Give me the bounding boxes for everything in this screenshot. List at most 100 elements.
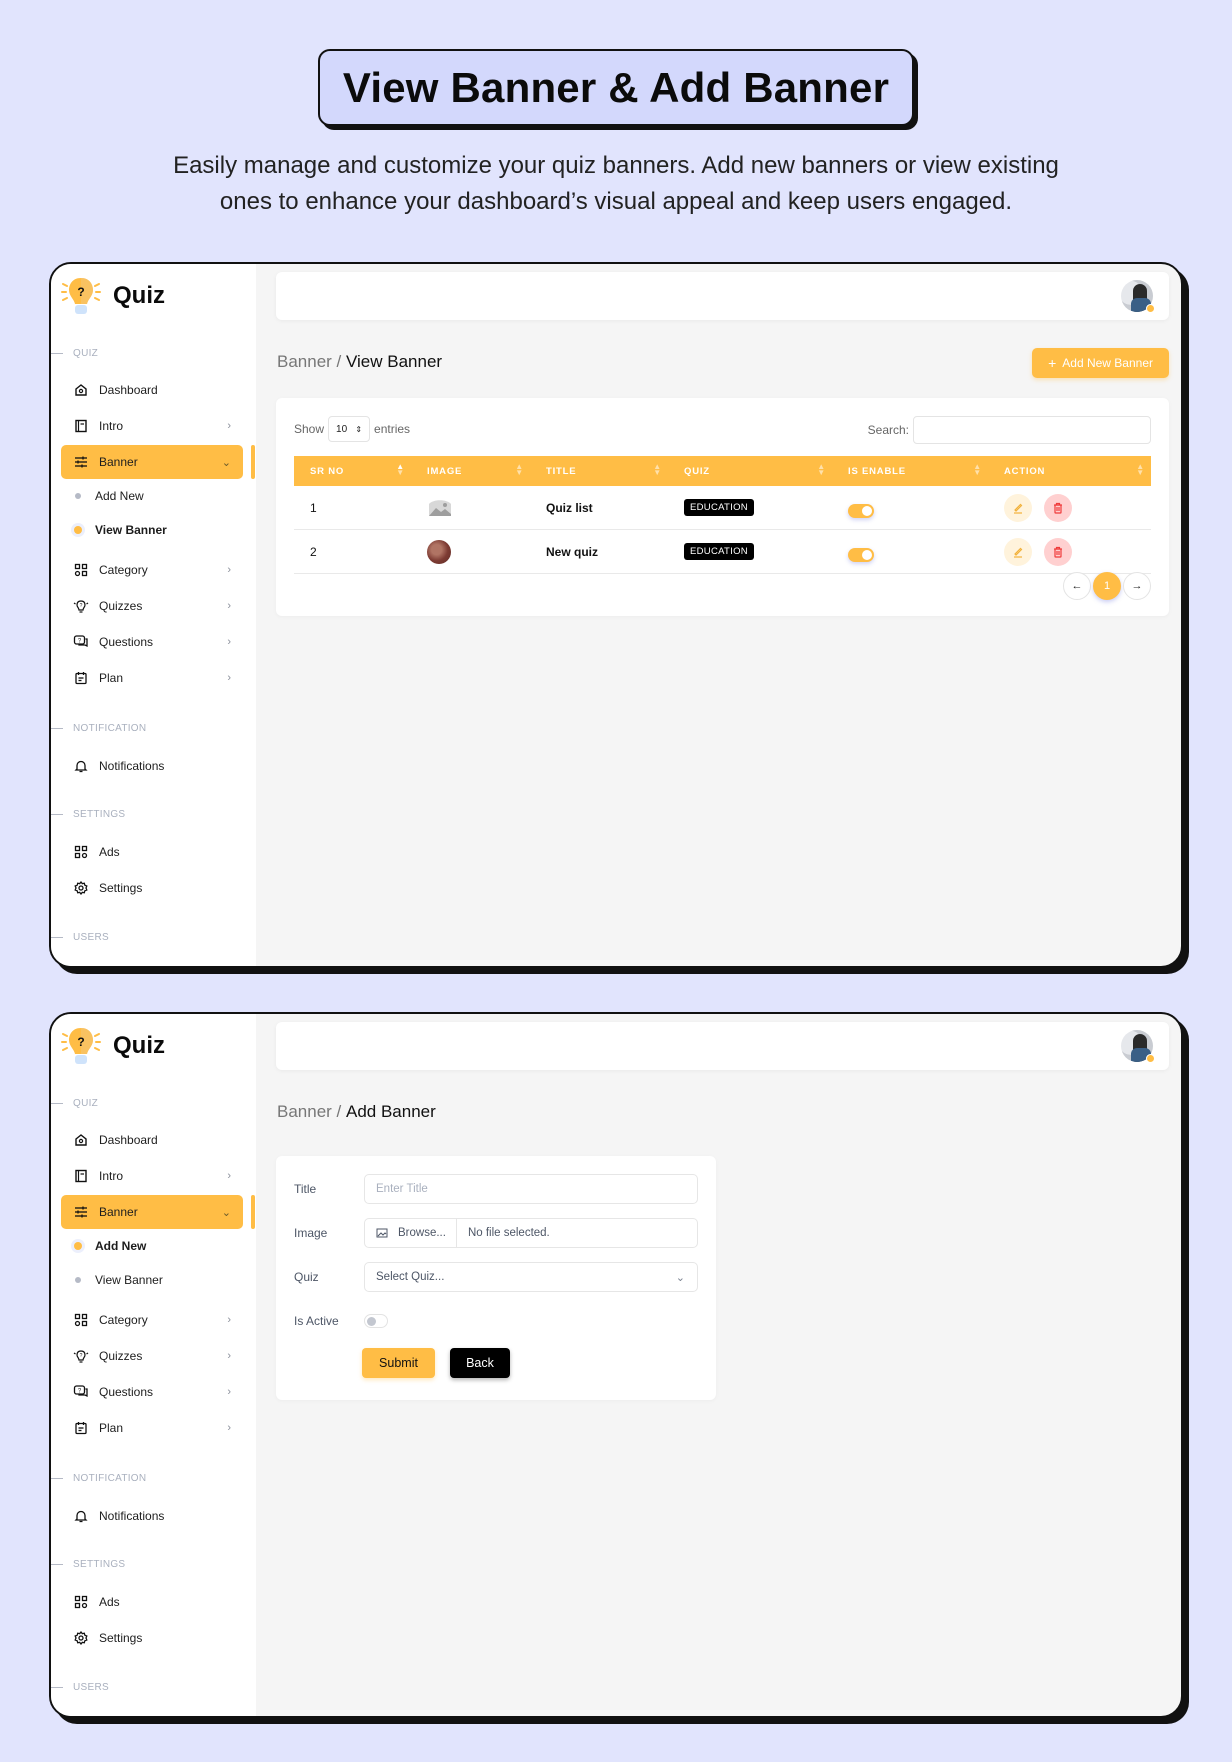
title-input[interactable]: Enter Title [364, 1174, 698, 1204]
prev-page-button[interactable]: ← [1063, 572, 1091, 600]
bullet-active-icon [74, 526, 82, 534]
calendar-icon [73, 670, 89, 686]
sidebar-item-banner[interactable]: Banner ⌄ [61, 445, 243, 479]
lightbulb-icon: ? [59, 274, 103, 318]
page-1-button[interactable]: 1 [1093, 572, 1121, 600]
sidebar-item-banner[interactable]: Banner ⌄ [61, 1195, 243, 1229]
sidebar-subitem-view-banner[interactable]: View Banner [73, 1268, 163, 1292]
sidebar-item-label: Intro [99, 1169, 124, 1183]
browse-label: Browse... [398, 1227, 446, 1239]
sidebar-item-dashboard[interactable]: Dashboard [61, 1123, 243, 1157]
edit-button[interactable] [1004, 537, 1032, 566]
cell-is-enable [832, 498, 988, 518]
grid-icon [73, 1312, 89, 1328]
svg-text:?: ? [80, 1353, 83, 1359]
sidebar-item-label: Ads [99, 845, 120, 859]
app-name: Quiz [113, 282, 165, 309]
svg-text:?: ? [77, 1035, 84, 1049]
sidebar-item-ads[interactable]: Ads [61, 1585, 243, 1619]
sidebar-item-plan[interactable]: Plan › [61, 661, 243, 695]
image-icon [376, 1228, 388, 1238]
svg-text:?: ? [77, 285, 84, 299]
column-header-action[interactable]: ACTION ▲ ▼ [988, 456, 1151, 486]
cell-action [988, 537, 1151, 566]
enable-toggle[interactable] [848, 503, 874, 518]
chevron-right-icon: › [227, 1350, 231, 1362]
chevron-right-icon: › [227, 1386, 231, 1398]
edit-button[interactable] [1004, 493, 1032, 522]
entries-label: entries [374, 422, 411, 436]
column-header-title[interactable]: TITLE ▲ ▼ [530, 456, 668, 486]
sidebar-item-notifications[interactable]: Notifications [61, 749, 243, 783]
cell-sr-no: 2 [310, 544, 317, 559]
sidebar-item-label: Plan [99, 1421, 124, 1435]
column-header-quiz[interactable]: QUIZ ▲ ▼ [668, 456, 832, 486]
section-divider [51, 1103, 63, 1104]
sidebar-item-questions[interactable]: ? Questions › [61, 625, 243, 659]
book-icon [73, 1168, 89, 1184]
sidebar-item-category[interactable]: Category › [61, 553, 243, 587]
pencil-icon [1014, 503, 1023, 514]
home-icon [73, 1132, 89, 1148]
quiz-label: Quiz [294, 1270, 319, 1284]
sidebar-subitem-label: View Banner [95, 1273, 163, 1287]
column-header-image[interactable]: IMAGE ▲ ▼ [411, 456, 530, 486]
sidebar-item-quizzes[interactable]: ? Quizzes › [61, 1339, 243, 1373]
sidebar: ? Quiz QUIZ Dashboard Intro › Banner ⌄ A… [51, 264, 256, 966]
sidebar-item-settings[interactable]: Settings [61, 871, 243, 905]
sidebar-item-intro[interactable]: Intro › [61, 1159, 243, 1193]
sidebar-item-ads[interactable]: Ads [61, 835, 243, 869]
logo[interactable]: ? Quiz [59, 1024, 165, 1068]
chat-question-icon: ? [73, 634, 89, 650]
column-header-is-enable[interactable]: IS ENABLE ▲ ▼ [832, 456, 988, 486]
column-header-sr-no[interactable]: SR NO ▲ ▼ [294, 456, 411, 486]
breadcrumb-parent[interactable]: Banner / [277, 352, 341, 371]
breadcrumb-parent[interactable]: Banner / [277, 1102, 341, 1121]
sidebar-item-settings[interactable]: Settings [61, 1621, 243, 1655]
is-active-toggle[interactable] [364, 1314, 388, 1328]
sidebar-item-notifications[interactable]: Notifications [61, 1499, 243, 1533]
breadcrumb-current: Add Banner [346, 1102, 436, 1121]
cell-image [411, 498, 530, 518]
search-input[interactable] [913, 416, 1151, 444]
title-field-row: Title Enter Title [294, 1174, 698, 1204]
back-button[interactable]: Back [450, 1348, 510, 1378]
sidebar-subitem-view-banner[interactable]: View Banner [73, 518, 167, 542]
submit-button[interactable]: Submit [362, 1348, 435, 1378]
sidebar-item-label: Intro [99, 419, 124, 433]
chevron-right-icon: › [227, 1422, 231, 1434]
sidebar-item-dashboard[interactable]: Dashboard [61, 373, 243, 407]
enable-toggle[interactable] [848, 547, 874, 562]
cell-title: New quiz [546, 544, 599, 559]
cell-quiz: EDUCATION [668, 499, 832, 516]
chevron-right-icon: › [227, 672, 231, 684]
entries-select[interactable]: 10 ⇕ [328, 416, 371, 442]
chevron-down-icon: ⌄ [675, 1271, 685, 1284]
delete-button[interactable] [1044, 537, 1072, 566]
sidebar-subitem-add-new[interactable]: Add New [73, 484, 144, 508]
sidebar-subitem-add-new[interactable]: Add New [73, 1234, 146, 1258]
logo[interactable]: ? Quiz [59, 274, 165, 318]
sidebar-item-intro[interactable]: Intro › [61, 409, 243, 443]
sidebar-item-quizzes[interactable]: ? Quizzes › [61, 589, 243, 623]
grid-icon [73, 1594, 89, 1610]
sidebar-item-plan[interactable]: Plan › [61, 1411, 243, 1445]
column-header-label: ACTION [1004, 465, 1046, 477]
quiz-select-placeholder: Select Quiz... [376, 1271, 445, 1283]
browse-button[interactable]: Browse... [376, 1219, 457, 1247]
chevron-right-icon: › [227, 1170, 231, 1182]
sidebar-item-label: Dashboard [99, 1133, 158, 1147]
hero-subtitle-line-2: ones to enhance your dashboard’s visual … [219, 188, 1013, 215]
table-search: Search: [868, 416, 1151, 444]
breadcrumb-current: View Banner [346, 352, 443, 371]
image-file-input[interactable]: Browse... No file selected. [364, 1218, 698, 1248]
quiz-select[interactable]: Select Quiz... ⌄ [364, 1262, 698, 1292]
sidebar-item-category[interactable]: Category › [61, 1303, 243, 1337]
grid-icon [73, 844, 89, 860]
delete-button[interactable] [1044, 493, 1072, 522]
sliders-icon [73, 1204, 89, 1220]
next-page-button[interactable]: → [1123, 572, 1151, 600]
section-label-users: USERS [73, 1682, 109, 1693]
sidebar-item-questions[interactable]: ? Questions › [61, 1375, 243, 1409]
add-new-banner-button[interactable]: + Add New Banner [1032, 348, 1169, 378]
